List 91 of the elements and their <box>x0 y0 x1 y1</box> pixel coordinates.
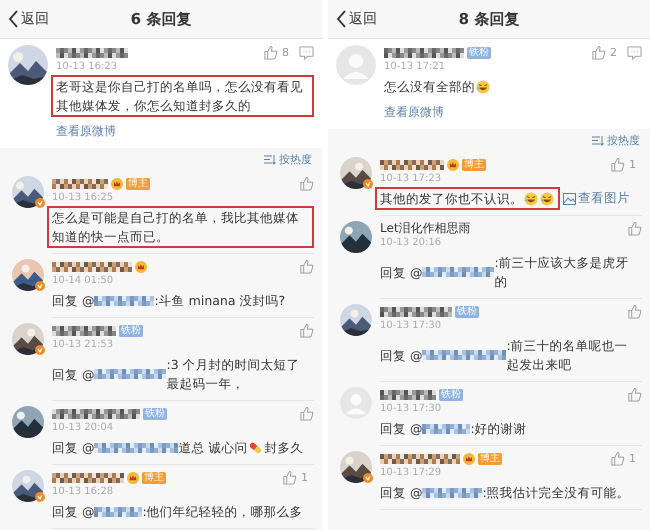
user-badge: 铁粉 <box>455 306 479 318</box>
comment-icon[interactable] <box>299 46 314 60</box>
timestamp: 10-13 16:25 <box>52 192 114 204</box>
timestamp: 10-13 20:16 <box>380 237 442 249</box>
timestamp: 10-13 16:23 <box>56 61 118 73</box>
user-badge: 铁粉 <box>467 46 491 58</box>
timestamp: 10-14 01:50 <box>52 275 114 287</box>
view-image-link[interactable]: 查看图片 <box>563 190 630 207</box>
page-title: 8 条回复 <box>458 10 520 28</box>
like-count: 8 <box>282 46 289 59</box>
timestamp: 10-13 17:21 <box>384 61 446 73</box>
sort-icon <box>264 154 276 165</box>
timestamp: 10-13 20:04 <box>52 422 114 434</box>
blurred-name-drawing <box>52 178 108 188</box>
comment-text: 道总 诚心问 <box>178 439 248 457</box>
sort-button[interactable]: 按热度 <box>592 133 640 148</box>
user-name[interactable]: Let泪化作相思雨 <box>380 220 471 237</box>
blurred-name-drawing <box>422 488 482 498</box>
thumbs-up-icon[interactable] <box>610 451 625 466</box>
thumbs-up-icon[interactable] <box>591 45 606 60</box>
laughing-emoji-icon <box>476 80 490 94</box>
user-badge: 博主 <box>478 452 502 464</box>
chevron-left-icon <box>336 10 347 28</box>
comment-icon[interactable] <box>627 46 642 60</box>
blurred-name-drawing <box>380 390 436 400</box>
comment-text: :斗鱼 minana 没封吗? <box>154 292 286 310</box>
view-original-link[interactable]: 查看原微博 <box>384 104 642 121</box>
blurred-name-drawing <box>52 326 116 336</box>
thumbs-up-icon[interactable] <box>263 45 278 60</box>
comment-text: 其他的发了你也不认识。 <box>380 190 523 208</box>
comment-text: 回复 @ <box>380 346 422 364</box>
blurred-name-drawing <box>422 424 470 434</box>
blurred-name-drawing <box>56 48 128 58</box>
page-title: 6 条回复 <box>130 10 192 28</box>
comment-text: 回复 @ <box>52 366 94 384</box>
timestamp: 10-13 17:29 <box>380 467 442 479</box>
user-badge: 博主 <box>126 178 150 190</box>
comment-text: 回复 @ <box>52 503 94 521</box>
like-count: 2 <box>610 46 617 59</box>
image-icon <box>563 192 576 204</box>
avatar-icon <box>336 45 376 85</box>
comment-text: 回复 @ <box>52 292 94 310</box>
comment-text: :前三十的名单呢也一起发出来吧 <box>506 337 629 374</box>
laughing-emoji-icon <box>524 192 538 206</box>
thumbs-up-icon[interactable] <box>299 406 314 421</box>
view-original-link[interactable]: 查看原微博 <box>56 123 314 140</box>
blurred-name-drawing <box>380 306 452 316</box>
comment-text: 回复 @ <box>380 484 422 502</box>
comment-text: :照我估计完全没有可能。 <box>482 484 630 502</box>
thumbs-up-icon[interactable] <box>299 323 314 338</box>
blurred-name-drawing <box>52 472 124 482</box>
user-badge: 博主 <box>462 158 486 170</box>
like-count: 1 <box>629 452 636 465</box>
user-badge: 博主 <box>142 472 166 484</box>
like-count: 1 <box>301 471 308 484</box>
sort-icon <box>592 135 604 146</box>
thumbs-up-icon[interactable] <box>299 259 314 274</box>
chevron-left-icon <box>8 10 19 28</box>
comment-text: :3 个月封的时间太短了最起码一年， <box>166 356 301 393</box>
timestamp: 10-13 21:53 <box>52 339 114 351</box>
thumbs-up-icon[interactable] <box>610 157 625 172</box>
thumbs-up-icon[interactable] <box>627 387 642 402</box>
timestamp: 10-13 17:30 <box>380 403 442 415</box>
comment-text: 怎么没有全部的 <box>384 78 475 96</box>
comment-text: :前三十应该大多是虎牙的 <box>494 254 630 291</box>
user-badge: 铁粉 <box>439 388 463 400</box>
timestamp: 10-13 16:28 <box>52 486 114 498</box>
thumbs-up-icon[interactable] <box>299 176 314 191</box>
comment-text: :好的谢谢 <box>470 420 527 438</box>
blurred-name-drawing <box>94 506 142 516</box>
comment-text: 老哥这是你自己打的名单吗，怎么没有看见其他媒体发，你怎么知道封多久的 <box>56 78 304 115</box>
comment-text: 回复 @ <box>380 420 422 438</box>
timestamp: 10-13 17:23 <box>380 173 442 185</box>
thumbs-up-icon[interactable] <box>282 470 297 485</box>
back-button[interactable]: 返回 <box>328 10 385 28</box>
timestamp: 10-13 17:30 <box>380 320 442 332</box>
laughing-emoji-icon <box>540 192 554 206</box>
user-badge: 铁粉 <box>143 408 167 420</box>
sort-button[interactable]: 按热度 <box>264 152 312 167</box>
comment-text: 怎么是可能是自己打的名单，我比其他媒体知道的快一点而已。 <box>52 209 300 246</box>
thumbs-up-icon[interactable] <box>627 304 642 319</box>
blurred-name-drawing <box>380 160 444 170</box>
comment-text: 回复 @ <box>380 264 422 282</box>
comment-text: 封多久 <box>264 439 304 457</box>
like-count: 1 <box>629 158 636 171</box>
comment-text: 回复 @ <box>52 439 94 457</box>
back-button[interactable]: 返回 <box>0 10 57 28</box>
thumbs-up-icon[interactable] <box>627 221 642 236</box>
user-badge: 铁粉 <box>119 324 143 336</box>
blurred-name-drawing <box>94 296 154 306</box>
comment-text: :他们年纪轻轻的，哪那么多 <box>142 503 303 521</box>
